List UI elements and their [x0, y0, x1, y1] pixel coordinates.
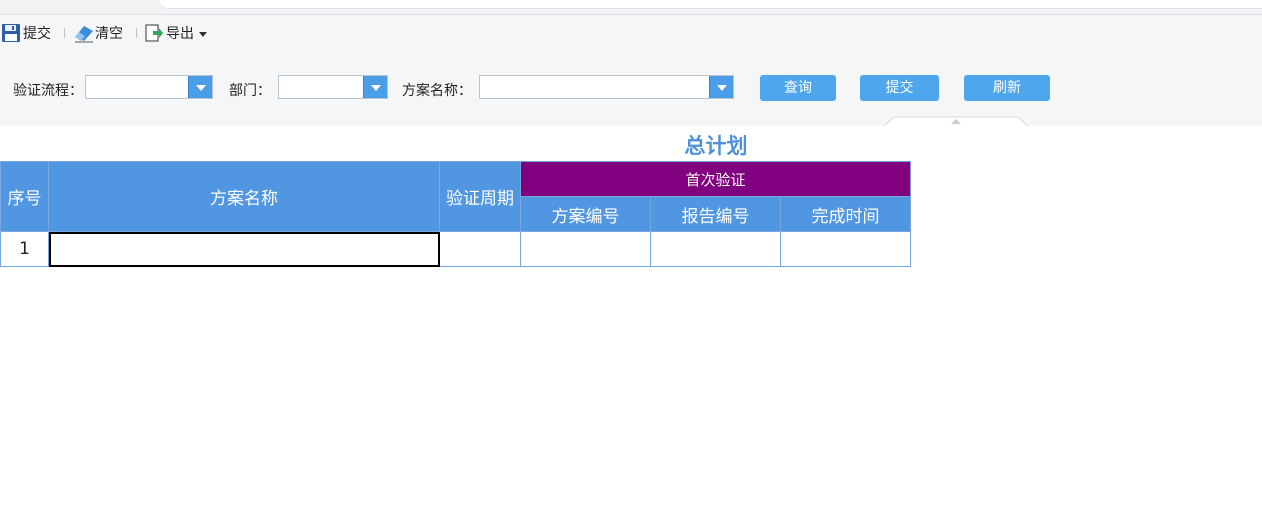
- export-toolbar-button[interactable]: 导出: [144, 23, 207, 43]
- flow-input[interactable]: [86, 76, 194, 98]
- browser-tab-edge: [160, 0, 1262, 9]
- clear-toolbar-label: 清空: [95, 26, 123, 42]
- toolbar-separator: [136, 28, 137, 38]
- save-icon: [2, 24, 20, 42]
- export-toolbar-label: 导出: [166, 26, 194, 42]
- dept-label: 部门：: [229, 83, 271, 99]
- chevron-down-icon: [199, 31, 207, 37]
- cell-plan-no[interactable]: [520, 231, 651, 267]
- flow-label: 验证流程：: [13, 83, 83, 99]
- clear-toolbar-button[interactable]: 清空: [73, 23, 123, 43]
- cell-cycle[interactable]: [439, 231, 521, 267]
- table-row: 1: [0, 231, 911, 267]
- header-cycle: 验证周期: [439, 161, 521, 232]
- cell-finish-time[interactable]: [780, 231, 911, 267]
- filter-bar: 验证流程： 部门： 方案名称： 查询 提交 刷新: [0, 50, 1262, 126]
- plan-name-input[interactable]: [480, 76, 715, 98]
- dept-input[interactable]: [279, 76, 369, 98]
- flow-select[interactable]: [85, 75, 213, 99]
- plan-name-dropdown-arrow-icon[interactable]: [709, 76, 733, 98]
- submit-button[interactable]: 提交: [860, 75, 939, 101]
- submit-toolbar-button[interactable]: 提交: [1, 23, 51, 43]
- flow-dropdown-arrow-icon[interactable]: [188, 76, 212, 98]
- eraser-icon: [75, 26, 93, 43]
- cell-plan-name[interactable]: [48, 231, 440, 267]
- report-title: 总计划: [684, 134, 748, 158]
- header-finish-time: 完成时间: [780, 196, 911, 232]
- collapse-handle[interactable]: [884, 116, 1028, 126]
- plan-table: 序号 方案名称 验证周期 首次验证 方案编号 报告编号 完成时间 1: [0, 161, 911, 267]
- refresh-button[interactable]: 刷新: [964, 75, 1050, 101]
- dept-select[interactable]: [278, 75, 388, 99]
- toolbar-separator: [64, 28, 65, 38]
- browser-top-strip: [0, 0, 1262, 14]
- header-plan-name: 方案名称: [48, 161, 440, 232]
- query-button[interactable]: 查询: [760, 75, 836, 101]
- plan-name-label: 方案名称：: [402, 83, 472, 99]
- dept-dropdown-arrow-icon[interactable]: [363, 76, 387, 98]
- cell-report-no[interactable]: [650, 231, 781, 267]
- header-first-verify: 首次验证: [520, 161, 911, 197]
- export-icon: [145, 24, 163, 42]
- header-plan-no: 方案编号: [520, 196, 651, 232]
- cell-seq: 1: [0, 231, 49, 267]
- plan-name-select[interactable]: [479, 75, 734, 99]
- toolbar: 提交 清空 导出: [0, 14, 1262, 51]
- header-seq: 序号: [0, 161, 49, 232]
- header-report-no: 报告编号: [650, 196, 781, 232]
- submit-toolbar-label: 提交: [23, 26, 51, 42]
